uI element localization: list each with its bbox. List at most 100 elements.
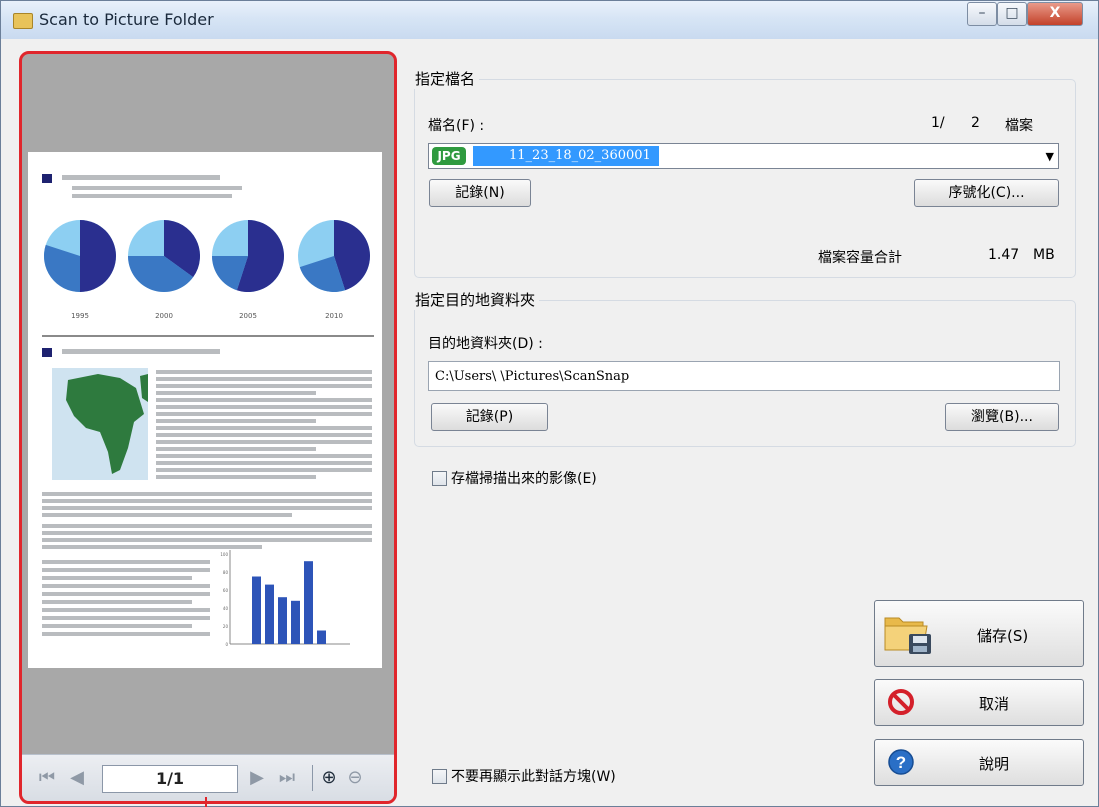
text-line: [156, 412, 372, 416]
pie-year-label: 2005: [239, 312, 257, 320]
page-number-field[interactable]: 1/1: [102, 765, 238, 793]
text-line: [156, 447, 316, 451]
file-count-current: 1/: [931, 115, 945, 131]
heading-line: [62, 349, 220, 354]
bar: [265, 584, 274, 644]
text-line: [42, 616, 210, 620]
cancel-button[interactable]: 取消: [874, 679, 1084, 726]
text-line: [156, 405, 372, 409]
text-line: [156, 468, 372, 472]
save-folder-icon: [884, 617, 931, 654]
bar-chart-tick: 20: [223, 624, 229, 629]
text-line: [42, 576, 192, 580]
save-scanned-image-checkbox[interactable]: [432, 471, 447, 486]
text-line: [42, 608, 210, 612]
text-line: [156, 391, 316, 395]
record-filename-button[interactable]: 記錄(N): [429, 179, 531, 207]
text-line: [42, 624, 192, 628]
cancel-button-label: 取消: [979, 695, 1010, 713]
dont-show-again-label: 不要再顯示此對話方塊(W): [451, 769, 616, 785]
text-line: [42, 592, 210, 596]
text-line: [72, 194, 232, 198]
bar: [304, 561, 313, 644]
preview-page: 1995 2000 2005 2010 100 80 60 40 20 0: [28, 152, 382, 668]
heading-line: [62, 175, 220, 180]
previous-page-icon[interactable]: ◀: [68, 767, 86, 789]
bar: [252, 576, 261, 644]
total-size-unit: MB: [1033, 247, 1055, 263]
bar: [278, 597, 287, 644]
minimize-button[interactable]: –: [967, 2, 997, 26]
scan-to-picture-folder-window: Scan to Picture Folder – □ X 1995 2000 200…: [0, 0, 1099, 807]
dialog-body: 1995 2000 2005 2010 100 80 60 40 20 0 ⏮ ◀ 1/1: [1, 39, 1098, 806]
text-line: [42, 524, 372, 528]
last-page-icon[interactable]: ⏭: [278, 767, 296, 789]
text-line: [156, 475, 316, 479]
file-count-total: 2: [971, 115, 980, 131]
destination-group-title: 指定目的地資料夾: [411, 289, 540, 310]
text-line: [156, 440, 372, 444]
filename-combobox[interactable]: JPG 11_23_18_02_360001 ▼: [428, 143, 1059, 169]
text-line: [156, 370, 372, 374]
serialize-button[interactable]: 序號化(C)...: [914, 179, 1059, 207]
text-line: [72, 186, 242, 190]
jpg-file-icon: JPG: [432, 147, 466, 165]
destination-folder-label: 目的地資料夾(D) :: [428, 336, 543, 352]
filename-value: 11_23_18_02_360001: [473, 146, 659, 166]
total-size-value: 1.47: [988, 247, 1020, 263]
text-line: [156, 461, 372, 465]
bar-chart-tick: 60: [223, 588, 229, 593]
zoom-in-icon[interactable]: ⊕: [320, 767, 338, 789]
close-button[interactable]: X: [1027, 2, 1083, 26]
file-count-unit: 檔案: [1005, 118, 1033, 134]
text-line: [156, 454, 372, 458]
bar-chart-tick: 0: [225, 642, 228, 647]
text-line: [42, 584, 210, 588]
text-line: [42, 531, 372, 535]
browse-button[interactable]: 瀏覽(B)...: [945, 403, 1059, 431]
zoom-out-icon[interactable]: ⊖: [346, 767, 364, 789]
bar-chart-tick: 40: [223, 606, 229, 611]
dont-show-again-checkbox[interactable]: [432, 769, 447, 784]
text-line: [42, 568, 210, 572]
filename-group-title: 指定檔名: [411, 68, 480, 89]
nav-separator: [312, 765, 313, 791]
window-title: Scan to Picture Folder: [39, 10, 214, 29]
text-line: [156, 377, 372, 381]
preview-navigation-bar: ⏮ ◀ 1/1 ▶ ⏭ ⊕ ⊖: [22, 754, 394, 801]
text-line: [42, 560, 210, 564]
save-button[interactable]: 儲存(S): [874, 600, 1084, 667]
text-line: [156, 384, 372, 388]
text-line: [42, 492, 372, 496]
text-line: [156, 398, 372, 402]
text-line: [42, 513, 292, 517]
bar-chart-tick: 80: [223, 570, 229, 575]
first-page-icon[interactable]: ⏮: [38, 767, 56, 789]
next-page-icon[interactable]: ▶: [248, 767, 266, 789]
total-size-label: 檔案容量合計: [818, 250, 902, 266]
heading-bullet: [42, 348, 52, 357]
title-bar[interactable]: Scan to Picture Folder – □ X: [1, 1, 1098, 40]
text-line: [42, 632, 210, 636]
bar: [291, 600, 300, 644]
chevron-down-icon[interactable]: ▼: [1046, 150, 1054, 163]
maximize-button[interactable]: □: [997, 2, 1027, 26]
text-line: [42, 600, 192, 604]
text-line: [156, 433, 372, 437]
text-line: [42, 538, 372, 542]
pie-year-label: 1995: [71, 312, 89, 320]
text-line: [42, 545, 262, 549]
help-button[interactable]: ? 說明: [874, 739, 1084, 786]
text-line: [42, 499, 372, 503]
record-folder-button[interactable]: 記錄(P): [431, 403, 548, 431]
pie-year-label: 2000: [155, 312, 173, 320]
help-button-label: 說明: [979, 755, 1010, 773]
folder-icon: [13, 13, 33, 29]
preview-pane: 1995 2000 2005 2010 100 80 60 40 20 0 ⏮ ◀ 1/1: [19, 51, 397, 804]
save-button-label: 儲存(S): [977, 627, 1029, 645]
text-line: [156, 419, 316, 423]
help-icon: ?: [888, 749, 914, 775]
text-line: [42, 506, 372, 510]
destination-folder-field[interactable]: C:\Users\ \Pictures\ScanSnap: [428, 361, 1060, 391]
pie-slice: [80, 220, 116, 292]
